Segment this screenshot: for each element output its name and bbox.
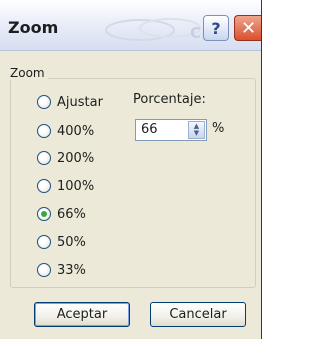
radio-label: 200%: [57, 150, 95, 166]
percent-sign: %: [212, 121, 225, 136]
radio-100[interactable]: 100%: [37, 176, 94, 196]
title-bar[interactable]: Zoom Clic ? ✕: [0, 0, 261, 51]
radio-label: 66%: [57, 206, 86, 222]
zoom-dialog: Zoom Clic ? ✕ Zoom Ajustar 400% 200% 100…: [0, 0, 262, 339]
radio-label: Ajustar: [57, 94, 103, 110]
radio-66[interactable]: 66%: [37, 204, 86, 224]
radio-400[interactable]: 400%: [37, 121, 94, 141]
close-button[interactable]: ✕: [234, 15, 261, 41]
radio-button[interactable]: [37, 151, 51, 165]
spinner-down-icon[interactable]: ▼: [194, 130, 199, 137]
radio-label: 33%: [57, 262, 86, 278]
radio-label: 50%: [57, 234, 86, 250]
percentage-spinner[interactable]: ▲ ▼: [188, 121, 205, 139]
ok-button[interactable]: Aceptar: [34, 302, 130, 327]
cancel-button[interactable]: Cancelar: [150, 302, 246, 327]
close-icon: ✕: [240, 17, 257, 39]
percentage-label: Porcentaje:: [133, 92, 206, 107]
help-icon: ?: [211, 18, 221, 38]
percentage-input[interactable]: 66 ▲ ▼: [135, 119, 207, 141]
radio-50[interactable]: 50%: [37, 232, 86, 252]
dialog-title: Zoom: [8, 18, 59, 37]
radio-button[interactable]: [37, 263, 51, 277]
radio-button[interactable]: [37, 95, 51, 109]
radio-button[interactable]: [37, 124, 51, 138]
percentage-value: 66: [141, 122, 158, 137]
radio-33[interactable]: 33%: [37, 260, 86, 280]
radio-label: 400%: [57, 123, 95, 139]
radio-ajustar[interactable]: Ajustar: [37, 92, 103, 112]
radio-button-checked[interactable]: [37, 207, 51, 221]
help-button[interactable]: ?: [203, 15, 229, 41]
zoom-group-label: Zoom: [7, 66, 48, 80]
radio-200[interactable]: 200%: [37, 148, 94, 168]
radio-button[interactable]: [37, 179, 51, 193]
radio-label: 100%: [57, 178, 95, 194]
radio-button[interactable]: [37, 235, 51, 249]
